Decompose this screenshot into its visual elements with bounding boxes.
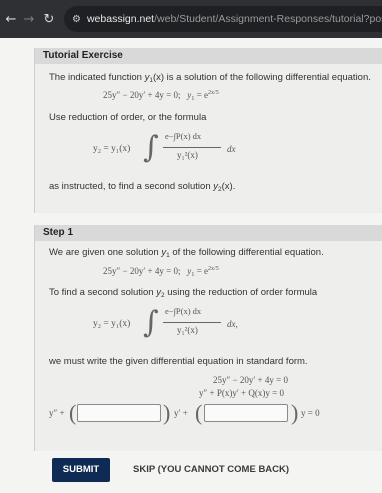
address-bar[interactable]: ⚙ webassign.net/web/Student/Assignment-R… [64, 6, 382, 32]
close-paren-2: ) [291, 400, 299, 425]
browser-toolbar: ← → ↻ ⚙ webassign.net/web/Student/Assign… [0, 0, 382, 38]
skip-link[interactable]: SKIP (YOU CANNOT COME BACK) [133, 464, 289, 475]
back-arrow-icon[interactable]: ← [4, 12, 18, 27]
submit-button[interactable]: SUBMIT [52, 458, 110, 482]
forward-arrow-icon[interactable]: → [22, 12, 36, 27]
reload-icon[interactable]: ↻ [42, 12, 56, 27]
q-of-x-input[interactable] [204, 404, 288, 422]
step-1-panel: Step 1 We are given one solution y1 of t… [34, 225, 382, 451]
tutorial-instruction: Use reduction of order, or the formula [49, 112, 207, 123]
site-settings-icon[interactable]: ⚙ [72, 14, 81, 25]
close-paren: ) [163, 400, 171, 425]
tutorial-intro: The indicated function y1(x) is a soluti… [49, 72, 371, 84]
std-form-equation-1: 25y″ − 20y′ + 4y = 0 [213, 375, 288, 385]
open-paren: ( [69, 400, 77, 425]
step-1-line1: We are given one solution y1 of the foll… [49, 247, 324, 259]
tutorial-header: Tutorial Exercise [35, 48, 382, 64]
answer-mid: y′ + [174, 408, 188, 418]
step-1-line3: we must write the given differential equ… [49, 356, 308, 367]
answer-suffix: y = 0 [301, 408, 320, 418]
answer-prefix: y″ + [49, 408, 65, 418]
step-1-equation: 25y″ − 20y′ + 4y = 0; y1 = e2x/5 [103, 266, 219, 278]
step-1-line2: To find a second solution y2 using the r… [49, 287, 318, 299]
tutorial-exercise-panel: Tutorial Exercise The indicated function… [34, 48, 382, 213]
step-1-reduction-formula: y₂ = y₁(x) ∫ e−∫P(x) dx y₁²(x) dx, [93, 305, 238, 340]
tutorial-closing: as instructed, to find a second solution… [49, 181, 236, 193]
std-form-equation-2: y″ + P(x)y′ + Q(x)y = 0 [199, 388, 284, 398]
reduction-formula: y₂ = y₁(x) ∫ e−∫P(x) dx y₁²(x) dx [93, 130, 236, 165]
url-path: /web/Student/Assignment-Responses/tutori… [154, 13, 382, 25]
open-paren-2: ( [195, 400, 203, 425]
p-of-x-input[interactable] [77, 404, 161, 422]
tutorial-equation: 25y″ − 20y′ + 4y = 0; y1 = e2x/5 [103, 90, 219, 102]
url-domain: webassign.net [86, 13, 155, 25]
step-1-header: Step 1 [35, 225, 382, 241]
